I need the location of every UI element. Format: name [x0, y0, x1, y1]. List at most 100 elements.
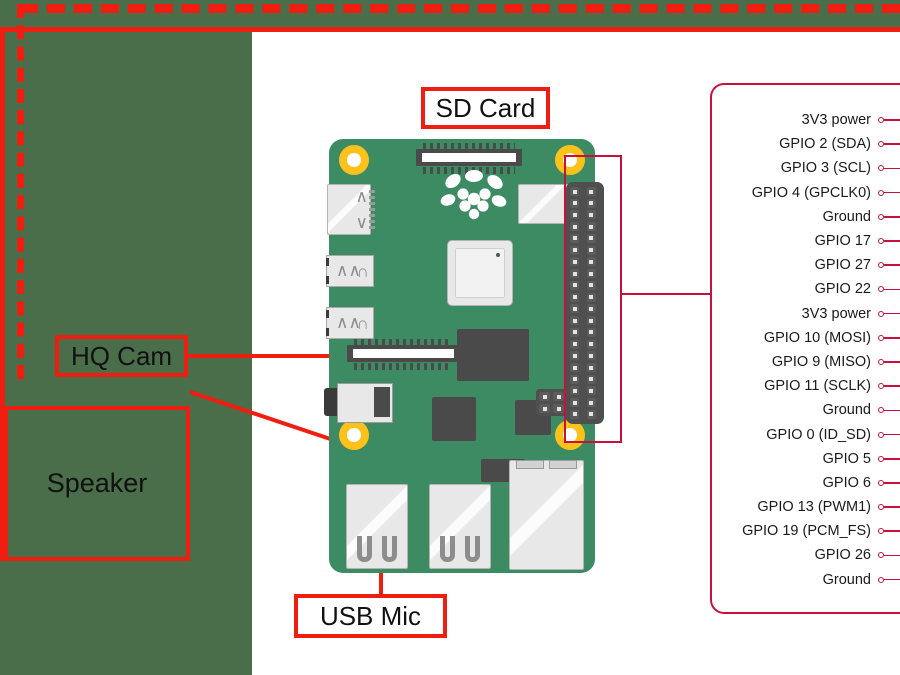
gpio-pin-marker-icon	[878, 455, 900, 462]
gpio-pin-label: GPIO 2 (SDA)	[779, 136, 871, 153]
callout-label-sd-card: SD Card	[421, 87, 550, 129]
gpio-pin-marker-icon	[878, 286, 900, 293]
gpio-pin-label: Ground	[822, 402, 871, 419]
raspberry-pi-board: ∧ ∨ ∧∧ ∩ ∧∧ ∩	[324, 139, 604, 573]
gpio-pin-row: GPIO 4 (GPCLK0)	[710, 181, 900, 205]
gpio-pin-row: GPIO 11 (SCLK)	[710, 374, 900, 398]
poe-pin	[553, 404, 564, 413]
raspberry-logo-icon	[440, 169, 507, 220]
gpio-pin-marker-icon	[878, 358, 900, 365]
usb-c-power-port: ∧ ∨	[327, 184, 375, 235]
gpio-pin-marker-icon	[878, 117, 900, 124]
poe-pin	[539, 404, 550, 413]
gpio-pin-label: GPIO 27	[814, 257, 871, 274]
callout-text-hq-cam: HQ Cam	[70, 340, 173, 371]
solid-boundary-top	[0, 27, 900, 32]
gpio-pin-marker-icon	[878, 479, 900, 486]
gpio-pin-label: GPIO 3 (SCL)	[780, 160, 871, 177]
gpio-pin-row: GPIO 13 (PWM1)	[710, 495, 900, 519]
gpio-pin-marker-icon	[878, 383, 900, 390]
wireless-module	[518, 184, 570, 224]
gpio-pin-row: Ground	[710, 568, 900, 592]
gpio-pin-label: GPIO 6	[822, 474, 871, 491]
poe-header-4pin	[536, 389, 567, 416]
callout-label-speaker: Speaker	[4, 406, 190, 561]
dsi-connector-teeth-top	[423, 143, 515, 150]
gpio-pin-marker-icon	[878, 262, 900, 269]
soc-chip	[447, 240, 513, 306]
gpio-pin-label: 3V3 power	[801, 112, 871, 129]
gpio-pin-label: GPIO 10 (MOSI)	[763, 329, 871, 346]
gpio-pin-row: GPIO 19 (PCM_FS)	[710, 519, 900, 543]
gpio-pin-label: GPIO 9 (MISO)	[771, 353, 871, 370]
gpio-pin-row: GPIO 17	[710, 229, 900, 253]
gpio-connector-line	[620, 293, 715, 295]
memory-chip	[432, 397, 476, 441]
diagram-canvas: SD Card HQ Cam Speaker USB Mic ∧ ∨ ∧∧ ∩ …	[0, 0, 900, 675]
gpio-pin-row: GPIO 2 (SDA)	[710, 132, 900, 156]
gpio-pin-row: GPIO 0 (ID_SD)	[710, 422, 900, 446]
mounting-hole-top-left	[339, 145, 369, 175]
gpio-pin-row: GPIO 22	[710, 277, 900, 301]
gpio-pin-label: GPIO 0 (ID_SD)	[766, 426, 871, 443]
callout-text-speaker: Speaker	[46, 468, 148, 498]
gpio-pin-row: GPIO 26	[710, 543, 900, 567]
gpio-pin-marker-icon	[878, 189, 900, 196]
dashed-boundary-top	[20, 4, 900, 13]
dashed-boundary-left	[17, 4, 24, 379]
gpio-pin-row: GPIO 3 (SCL)	[710, 156, 900, 180]
csi-connector-teeth-top	[354, 339, 452, 346]
ethernet-port	[509, 460, 584, 570]
gpio-pin-marker-icon	[878, 504, 900, 511]
gpio-pin-row: Ground	[710, 205, 900, 229]
usb-controller-chip	[457, 329, 529, 381]
gpio-pin-marker-icon	[878, 334, 900, 341]
gpio-pin-row: GPIO 6	[710, 471, 900, 495]
gpio-pin-marker-icon	[878, 238, 900, 245]
gpio-pin-label: GPIO 5	[822, 450, 871, 467]
callout-label-usb-mic: USB Mic	[294, 594, 447, 638]
gpio-pin-marker-icon	[878, 528, 900, 535]
gpio-pin-label: GPIO 19 (PCM_FS)	[742, 523, 871, 540]
gpio-pin-marker-icon	[878, 141, 900, 148]
gpio-pinout-list: 3V3 power GPIO 2 (SDA) GPIO 3 (SCL) GPIO 4 …	[710, 108, 900, 592]
gpio-pin-marker-icon	[878, 407, 900, 414]
gpio-pin-marker-icon	[878, 431, 900, 438]
gpio-pin-marker-icon	[878, 576, 900, 583]
gpio-pin-marker-icon	[878, 310, 900, 317]
micro-hdmi-port-0: ∧∧ ∩	[326, 255, 374, 287]
csi-camera-connector	[347, 345, 460, 362]
gpio-pin-label: 3V3 power	[801, 305, 871, 322]
poe-pin	[553, 392, 564, 401]
gpio-pin-label: Ground	[822, 208, 871, 225]
micro-hdmi-port-1: ∧∧ ∩	[326, 307, 374, 339]
gpio-pin-label: GPIO 13 (PWM1)	[757, 499, 871, 516]
usb-port-pair-2	[429, 484, 491, 569]
gpio-pin-row: GPIO 27	[710, 253, 900, 277]
dsi-display-connector	[416, 149, 522, 166]
gpio-pin-label: Ground	[822, 571, 871, 588]
callout-text-usb-mic: USB Mic	[319, 600, 422, 631]
gpio-pin-row: Ground	[710, 398, 900, 422]
gpio-pin-marker-icon	[878, 165, 900, 172]
gpio-pin-row: GPIO 10 (MOSI)	[710, 326, 900, 350]
usb-port-pair-1	[346, 484, 408, 569]
gpio-pin-marker-icon	[878, 552, 900, 559]
mounting-hole-bottom-left	[339, 420, 369, 450]
gpio-header-highlight-box	[564, 155, 622, 443]
callout-label-hq-cam: HQ Cam	[55, 335, 188, 377]
leader-line-hq-cam	[188, 354, 348, 358]
poe-pin	[539, 392, 550, 401]
callout-text-sd-card: SD Card	[435, 92, 536, 123]
gpio-pin-label: GPIO 17	[814, 233, 871, 250]
gpio-pin-row: GPIO 5	[710, 447, 900, 471]
gpio-pin-label: GPIO 22	[814, 281, 871, 298]
csi-connector-teeth-bottom	[354, 363, 452, 370]
gpio-pin-row: 3V3 power	[710, 108, 900, 132]
gpio-pin-row: 3V3 power	[710, 302, 900, 326]
gpio-pin-row: GPIO 9 (MISO)	[710, 350, 900, 374]
audio-jack	[324, 383, 394, 423]
gpio-pin-label: GPIO 26	[814, 547, 871, 564]
gpio-pin-label: GPIO 4 (GPCLK0)	[751, 184, 871, 201]
gpio-pin-label: GPIO 11 (SCLK)	[764, 378, 871, 395]
